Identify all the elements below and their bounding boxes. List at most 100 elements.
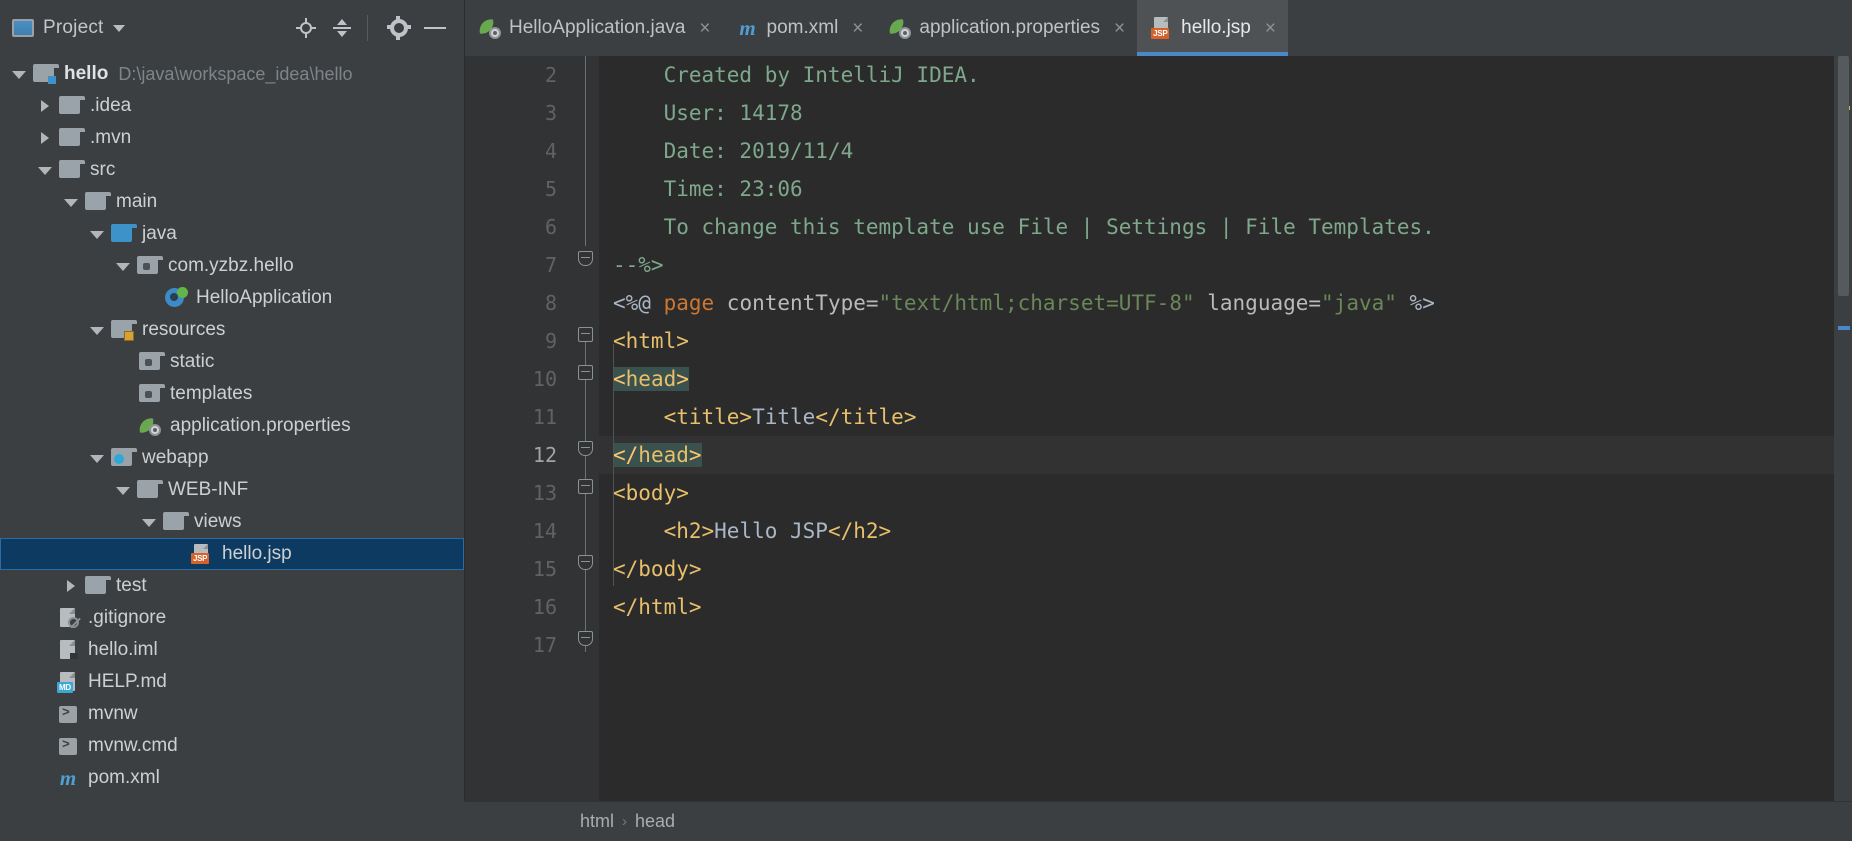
tree-item-webapp[interactable]: webapp [0,442,464,474]
tree-item-java[interactable]: java [0,218,464,250]
tab-close-icon[interactable]: × [1114,19,1125,38]
fold-marker-head-end[interactable] [578,441,593,456]
tree-item-web-inf[interactable]: WEB-INF [0,474,464,506]
code-line-14[interactable]: <h2>Hello JSP</h2> [599,512,1834,550]
tree-item-main[interactable]: main [0,186,464,218]
twisty-down-icon[interactable] [86,447,108,469]
tree-item-templates[interactable]: templates [0,378,464,410]
tree-item-views[interactable]: views [0,506,464,538]
hide-tool-window-button[interactable] [420,13,450,43]
breadcrumb-item-head[interactable]: head [635,811,675,832]
collapse-all-icon [333,19,351,37]
code-line-17[interactable] [599,626,1834,664]
jsp-directive-open: <%@ [613,291,664,315]
code-folding-gutter[interactable] [573,56,599,801]
code-line-13[interactable]: <body> [599,474,1834,512]
twisty-down-icon[interactable] [138,511,160,533]
locate-button[interactable] [291,13,321,43]
fold-marker-body[interactable] [578,479,593,494]
line-number: 17 [465,626,573,664]
twisty-down-icon[interactable] [112,255,134,277]
code-text-area[interactable]: Created by IntelliJ IDEA. User: 14178 Da… [599,56,1834,801]
twisty-right-icon[interactable] [34,127,56,149]
fold-marker-html-end[interactable] [578,631,593,646]
twisty-down-icon[interactable] [86,223,108,245]
tree-item-mvn[interactable]: .mvn [0,122,464,154]
twisty-right-icon[interactable] [34,95,56,117]
title-close-tag: </title> [815,405,916,429]
twisty-down-icon[interactable] [60,191,82,213]
fold-marker-html[interactable] [578,327,593,342]
tab-pom-xml[interactable]: m pom.xml × [723,0,876,56]
twisty-down-icon[interactable] [34,159,56,181]
project-tool-window-title[interactable]: Project [43,17,104,39]
tree-item-mvnw[interactable]: mvnw [0,698,464,730]
code-line-11[interactable]: <title>Title</title> [599,398,1834,436]
code-line-12[interactable]: </head> [599,436,1834,474]
fold-marker-body-end[interactable] [578,555,593,570]
tree-item-gitignore[interactable]: .gitignore [0,602,464,634]
scrollbar-thumb[interactable] [1838,56,1849,296]
info-marker[interactable] [1838,326,1850,330]
code-line-10[interactable]: <head> [599,360,1834,398]
tree-item-hello-jsp[interactable]: JSP hello.jsp [0,538,464,570]
tab-hello-jsp[interactable]: JSP hello.jsp × [1137,0,1288,56]
tree-item-resources[interactable]: resources [0,314,464,346]
tree-item-idea[interactable]: .idea [0,90,464,122]
folder-icon [58,159,82,181]
angle-bracket: > [689,443,702,467]
fold-marker-comment[interactable] [578,251,593,266]
code-line-3[interactable]: User: 14178 [599,94,1834,132]
code-line-9[interactable]: <html> [599,322,1834,360]
code-line-7[interactable]: --%> [599,246,1834,284]
code-line-16[interactable]: </html> [599,588,1834,626]
collapse-all-button[interactable] [327,13,357,43]
breadcrumb: html › head [464,801,1852,841]
settings-button[interactable] [384,13,414,43]
tree-item-label: hello [64,63,108,85]
twisty-down-icon[interactable] [8,63,30,85]
code-editor[interactable]: 2 3 4 5 6 7 8 9 10 11 12 13 14 15 16 17 [465,56,1852,801]
fold-marker-head[interactable] [578,365,593,380]
tree-item-hello[interactable]: hello D:\java\workspace_idea\hello [0,58,464,90]
tab-label: application.properties [919,17,1100,39]
body-close-tag: </body> [613,557,702,581]
code-line-8[interactable]: <%@ page contentType="text/html;charset=… [599,284,1834,322]
tree-item-src[interactable]: src [0,154,464,186]
tree-item-help-md[interactable]: MD HELP.md [0,666,464,698]
twisty-right-icon[interactable] [60,575,82,597]
tree-item-helloapplication[interactable]: HelloApplication [0,282,464,314]
tab-application-properties[interactable]: application.properties × [875,0,1137,56]
iml-file-icon [56,639,80,661]
twisty-right-icon[interactable] [8,799,30,801]
tab-close-icon[interactable]: × [699,19,710,38]
code-line-5[interactable]: Time: 23:06 [599,170,1834,208]
editor-scrollbar-marker-track[interactable] [1834,56,1852,801]
tree-item-pom-xml[interactable]: m pom.xml [0,762,464,794]
tab-close-icon[interactable]: × [1265,19,1276,38]
twisty-down-icon[interactable] [112,479,134,501]
tree-item-external-libraries[interactable]: External Libraries [0,794,464,801]
tree-item-static[interactable]: static [0,346,464,378]
bottom-sidebar-filler [0,801,464,841]
project-tree[interactable]: hello D:\java\workspace_idea\hello .idea… [0,56,464,801]
chevron-down-icon[interactable] [113,25,125,32]
jsp-directive-keyword: page [664,291,715,315]
tab-helloapplication-java[interactable]: HelloApplication.java × [465,0,723,56]
line-number: 4 [465,132,573,170]
comment-text: Date: 2019/11/4 [613,139,853,163]
code-line-4[interactable]: Date: 2019/11/4 [599,132,1834,170]
comment-text: Created by IntelliJ IDEA. [613,63,980,87]
code-line-2[interactable]: Created by IntelliJ IDEA. [599,56,1834,94]
breadcrumb-item-html[interactable]: html [580,811,614,832]
tree-item-hello-iml[interactable]: hello.iml [0,634,464,666]
resources-folder-icon [110,319,134,341]
code-line-15[interactable]: </body> [599,550,1834,588]
tab-close-icon[interactable]: × [852,19,863,38]
tree-item-mvnw-cmd[interactable]: mvnw.cmd [0,730,464,762]
tree-item-com-yzbz-hello[interactable]: com.yzbz.hello [0,250,464,282]
tree-item-application-properties[interactable]: application.properties [0,410,464,442]
twisty-down-icon[interactable] [86,319,108,341]
tree-item-test[interactable]: test [0,570,464,602]
code-line-6[interactable]: To change this template use File | Setti… [599,208,1834,246]
